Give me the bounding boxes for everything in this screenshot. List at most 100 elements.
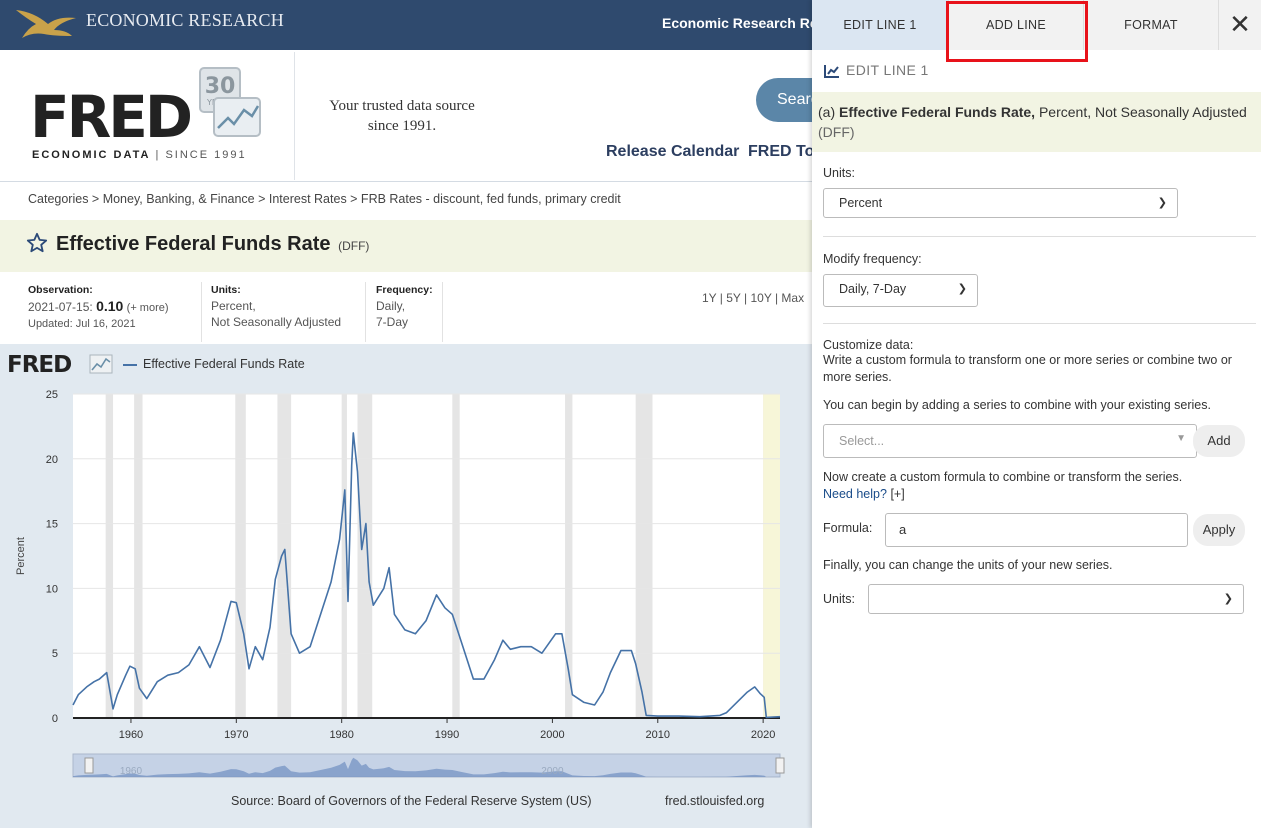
new-units-select[interactable]: ❯ <box>868 584 1244 614</box>
series-id: (DFF) <box>338 239 370 253</box>
observation-date: 2021-07-15: <box>28 300 93 314</box>
chevron-down-icon: ❯ <box>1223 593 1233 605</box>
units-block: Units: Percent, Not Seasonally Adjusted <box>211 282 341 330</box>
x-tick-label: 1990 <box>435 729 459 741</box>
since-1991-text: | SINCE 1991 <box>155 149 247 161</box>
x-tick-label: 2020 <box>751 729 775 741</box>
create-formula-text: Now create a custom formula to combine o… <box>823 470 1183 484</box>
tab-format[interactable]: FORMAT <box>1083 0 1218 50</box>
header-divider <box>294 52 295 180</box>
series-name: Effective Federal Funds Rate, <box>839 104 1036 120</box>
frequency-select-value: Daily, 7-Day <box>839 282 907 296</box>
meta-divider <box>365 282 366 342</box>
badge-number: 30 <box>205 74 236 99</box>
customize-data-description: Write a custom formula to transform one … <box>823 353 1232 384</box>
series-select[interactable]: Select... ▼ <box>823 424 1197 458</box>
x-tick-label: 2000 <box>540 729 564 741</box>
y-tick-label: 10 <box>46 583 58 595</box>
add-button[interactable]: Add <box>1193 425 1245 457</box>
navigator-label: 2000 <box>541 766 564 777</box>
meta-divider <box>201 282 202 342</box>
site-url[interactable]: fred.stlouisfed.org <box>665 794 764 808</box>
units-label: Units: <box>211 284 241 296</box>
section-divider <box>823 236 1256 237</box>
edit-line-heading: EDIT LINE 1 <box>824 62 929 79</box>
plot-background <box>73 394 780 718</box>
eagle-logo-icon[interactable] <box>14 6 78 42</box>
need-help-line: Need help? [+] <box>823 486 1253 503</box>
recession-band <box>277 394 292 718</box>
caret-down-icon: ▼ <box>1176 433 1186 444</box>
series-title-bar: Effective Federal Funds Rate (DFF) <box>0 220 812 272</box>
series-desc: Percent, Not Seasonally Adjusted <box>1038 104 1247 120</box>
y-tick-label: 5 <box>52 648 58 660</box>
line-chart[interactable]: 0 5 10 15 20 25 1960 1970 1980 1990 2000 2010 2020 Pe… <box>0 380 812 790</box>
star-icon[interactable] <box>26 232 48 254</box>
date-range-buttons[interactable]: 1Y | 5Y | 10Y | Max <box>702 291 804 305</box>
frequency-select[interactable]: Daily, 7-Day ❯ <box>823 274 978 307</box>
formula-label: Formula: <box>823 521 873 535</box>
economic-data-text: ECONOMIC DATA <box>32 149 151 161</box>
frequency-label: Frequency: <box>376 284 433 296</box>
units-line-2: Not Seasonally Adjusted <box>211 315 342 329</box>
apply-button[interactable]: Apply <box>1193 514 1245 546</box>
meta-divider <box>442 282 443 342</box>
fred-logo[interactable]: FRED <box>30 88 193 146</box>
brand-name[interactable]: ECONOMIC RESEARCH <box>86 10 284 31</box>
recession-band <box>105 394 114 718</box>
selected-series-box: (a) Effective Federal Funds Rate, Percen… <box>812 92 1261 152</box>
30-years-badge-icon: 30 YEARS <box>199 67 261 137</box>
legend-series-name: Effective Federal Funds Rate <box>143 357 305 371</box>
navigator-label: 1960 <box>120 766 143 777</box>
units-label: Units: <box>823 166 855 180</box>
y-tick-label: 20 <box>46 454 58 466</box>
modify-frequency-label: Modify frequency: <box>823 252 922 266</box>
tagline-line-1: Your trusted data source <box>329 98 475 114</box>
close-icon[interactable]: ✕ <box>1218 0 1261 50</box>
chart-fred-logo: FRED <box>7 352 72 378</box>
highlight-box <box>946 1 1088 62</box>
help-expand-icon[interactable]: [+] <box>890 487 904 501</box>
customize-data-label: Customize data: <box>823 338 914 352</box>
chart-logo-graph-icon <box>89 354 113 374</box>
new-units-label: Units: <box>823 592 855 606</box>
series-title-text: Effective Federal Funds Rate <box>56 233 331 255</box>
frequency-block: Frequency: Daily, 7-Day <box>376 282 433 330</box>
recession-band <box>452 394 460 718</box>
recession-band <box>635 394 653 718</box>
x-tick-label: 2010 <box>646 729 670 741</box>
navigator-handle[interactable] <box>84 757 94 774</box>
release-calendar-link[interactable]: Release Calendar <box>606 143 739 161</box>
updated-date: Updated: Jul 16, 2021 <box>28 318 136 330</box>
units-line-1: Percent, <box>211 299 256 313</box>
observation-block: Observation: 2021-07-15: 0.10 (+ more) U… <box>28 282 169 332</box>
begin-text: You can begin by adding a series to comb… <box>823 398 1211 412</box>
need-help-link[interactable]: Need help? <box>823 487 887 501</box>
y-tick-label: 15 <box>46 519 58 531</box>
tab-edit-line-1[interactable]: EDIT LINE 1 <box>812 0 948 50</box>
y-tick-label: 0 <box>52 713 58 725</box>
more-observations-link[interactable]: (+ more) <box>127 302 169 314</box>
x-tick-label: 1980 <box>329 729 353 741</box>
edit-line-heading-text: EDIT LINE 1 <box>846 62 929 78</box>
navigator-handle[interactable] <box>775 757 785 774</box>
frequency-line-2: 7-Day <box>376 315 409 329</box>
economic-data-subtitle: ECONOMIC DATA | SINCE 1991 <box>32 149 247 161</box>
legend-swatch <box>123 364 137 366</box>
y-axis-label: Percent <box>15 537 27 575</box>
series-select-placeholder: Select... <box>839 434 885 448</box>
breadcrumb[interactable]: Categories > Money, Banking, & Finance >… <box>28 192 621 206</box>
forecast-band <box>763 394 780 718</box>
x-tick-label: 1960 <box>119 729 143 741</box>
formula-input[interactable]: a <box>885 513 1188 547</box>
x-tick-label: 1970 <box>224 729 248 741</box>
finally-text: Finally, you can change the units of you… <box>823 558 1113 572</box>
tagline: Your trusted data source since 1991. <box>312 96 492 136</box>
chevron-down-icon: ❯ <box>1157 197 1167 209</box>
line-chart-icon <box>824 65 839 79</box>
economic-research-link[interactable]: Economic Research Res <box>662 15 825 31</box>
recession-band <box>235 394 246 718</box>
units-select[interactable]: Percent ❯ <box>823 188 1178 218</box>
edit-graph-panel: EDIT LINE 1 ADD LINE FORMAT ✕ EDIT LINE … <box>812 0 1261 828</box>
chart-source: Source: Board of Governors of the Federa… <box>231 794 592 808</box>
